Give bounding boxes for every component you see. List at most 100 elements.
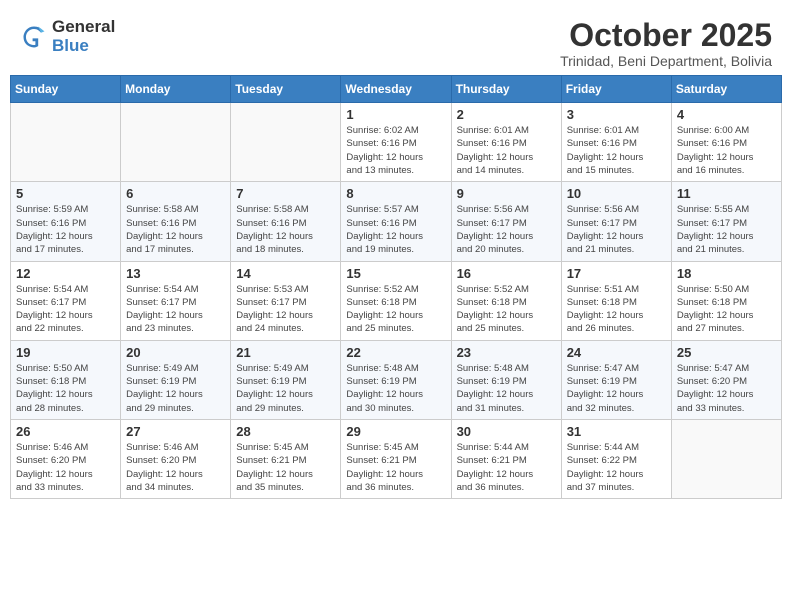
day-number: 1: [346, 107, 445, 122]
day-info: Sunrise: 5:47 AMSunset: 6:19 PMDaylight:…: [567, 362, 666, 415]
day-info: Sunrise: 5:49 AMSunset: 6:19 PMDaylight:…: [126, 362, 225, 415]
day-number: 18: [677, 266, 776, 281]
day-number: 27: [126, 424, 225, 439]
day-info: Sunrise: 6:02 AMSunset: 6:16 PMDaylight:…: [346, 124, 445, 177]
day-number: 12: [16, 266, 115, 281]
calendar-cell: 6 Sunrise: 5:58 AMSunset: 6:16 PMDaylight…: [121, 182, 231, 261]
header-monday: Monday: [121, 76, 231, 103]
day-number: 6: [126, 186, 225, 201]
day-number: 21: [236, 345, 335, 360]
calendar-cell: 28 Sunrise: 5:45 AMSunset: 6:21 PMDayligh…: [231, 419, 341, 498]
day-number: 19: [16, 345, 115, 360]
day-info: Sunrise: 5:57 AMSunset: 6:16 PMDaylight:…: [346, 203, 445, 256]
day-number: 15: [346, 266, 445, 281]
calendar-cell: 14 Sunrise: 5:53 AMSunset: 6:17 PMDayligh…: [231, 261, 341, 340]
calendar-cell: 15 Sunrise: 5:52 AMSunset: 6:18 PMDayligh…: [341, 261, 451, 340]
day-info: Sunrise: 5:58 AMSunset: 6:16 PMDaylight:…: [236, 203, 335, 256]
calendar-cell: 8 Sunrise: 5:57 AMSunset: 6:16 PMDaylight…: [341, 182, 451, 261]
day-number: 24: [567, 345, 666, 360]
day-number: 2: [457, 107, 556, 122]
calendar-cell: 9 Sunrise: 5:56 AMSunset: 6:17 PMDaylight…: [451, 182, 561, 261]
day-info: Sunrise: 5:52 AMSunset: 6:18 PMDaylight:…: [346, 283, 445, 336]
calendar-week-3: 19 Sunrise: 5:50 AMSunset: 6:18 PMDayligh…: [11, 340, 782, 419]
day-info: Sunrise: 5:56 AMSunset: 6:17 PMDaylight:…: [567, 203, 666, 256]
header-friday: Friday: [561, 76, 671, 103]
day-number: 3: [567, 107, 666, 122]
day-info: Sunrise: 5:59 AMSunset: 6:16 PMDaylight:…: [16, 203, 115, 256]
day-number: 22: [346, 345, 445, 360]
calendar-cell: 1 Sunrise: 6:02 AMSunset: 6:16 PMDaylight…: [341, 103, 451, 182]
day-info: Sunrise: 5:50 AMSunset: 6:18 PMDaylight:…: [677, 283, 776, 336]
calendar-cell: 22 Sunrise: 5:48 AMSunset: 6:19 PMDayligh…: [341, 340, 451, 419]
day-number: 10: [567, 186, 666, 201]
day-number: 17: [567, 266, 666, 281]
day-info: Sunrise: 5:44 AMSunset: 6:21 PMDaylight:…: [457, 441, 556, 494]
calendar-cell: 30 Sunrise: 5:44 AMSunset: 6:21 PMDayligh…: [451, 419, 561, 498]
day-number: 28: [236, 424, 335, 439]
calendar-table: SundayMondayTuesdayWednesdayThursdayFrid…: [10, 75, 782, 499]
logo: General Blue: [20, 18, 115, 55]
day-info: Sunrise: 5:50 AMSunset: 6:18 PMDaylight:…: [16, 362, 115, 415]
calendar-cell: 29 Sunrise: 5:45 AMSunset: 6:21 PMDayligh…: [341, 419, 451, 498]
page-header: General Blue October 2025 Trinidad, Beni…: [10, 10, 782, 75]
day-number: 30: [457, 424, 556, 439]
day-info: Sunrise: 5:45 AMSunset: 6:21 PMDaylight:…: [236, 441, 335, 494]
day-info: Sunrise: 6:00 AMSunset: 6:16 PMDaylight:…: [677, 124, 776, 177]
calendar-cell: 25Sunrise: 5:47 AMSunset: 6:20 PMDayligh…: [671, 340, 781, 419]
header-thursday: Thursday: [451, 76, 561, 103]
calendar-cell: 19 Sunrise: 5:50 AMSunset: 6:18 PMDayligh…: [11, 340, 121, 419]
day-number: 20: [126, 345, 225, 360]
header-sunday: Sunday: [11, 76, 121, 103]
logo-blue: Blue: [52, 37, 115, 56]
day-info: Sunrise: 5:58 AMSunset: 6:16 PMDaylight:…: [126, 203, 225, 256]
calendar-cell: 10 Sunrise: 5:56 AMSunset: 6:17 PMDayligh…: [561, 182, 671, 261]
calendar-header-row: SundayMondayTuesdayWednesdayThursdayFrid…: [11, 76, 782, 103]
day-number: 29: [346, 424, 445, 439]
day-number: 23: [457, 345, 556, 360]
calendar-cell: 2 Sunrise: 6:01 AMSunset: 6:16 PMDaylight…: [451, 103, 561, 182]
calendar-cell: 27 Sunrise: 5:46 AMSunset: 6:20 PMDayligh…: [121, 419, 231, 498]
calendar-cell: 17 Sunrise: 5:51 AMSunset: 6:18 PMDayligh…: [561, 261, 671, 340]
calendar-cell: 24 Sunrise: 5:47 AMSunset: 6:19 PMDayligh…: [561, 340, 671, 419]
calendar-cell: 20 Sunrise: 5:49 AMSunset: 6:19 PMDayligh…: [121, 340, 231, 419]
header-wednesday: Wednesday: [341, 76, 451, 103]
subtitle: Trinidad, Beni Department, Bolivia: [560, 53, 772, 69]
day-info: Sunrise: 5:46 AMSunset: 6:20 PMDaylight:…: [126, 441, 225, 494]
calendar-cell: 31Sunrise: 5:44 AMSunset: 6:22 PMDayligh…: [561, 419, 671, 498]
calendar-cell: [231, 103, 341, 182]
day-info: Sunrise: 5:47 AMSunset: 6:20 PMDaylight:…: [677, 362, 776, 415]
calendar-week-1: 5Sunrise: 5:59 AMSunset: 6:16 PMDaylight…: [11, 182, 782, 261]
day-number: 8: [346, 186, 445, 201]
calendar-week-2: 12 Sunrise: 5:54 AMSunset: 6:17 PMDayligh…: [11, 261, 782, 340]
day-info: Sunrise: 5:54 AMSunset: 6:17 PMDaylight:…: [16, 283, 115, 336]
calendar-cell: 21 Sunrise: 5:49 AMSunset: 6:19 PMDayligh…: [231, 340, 341, 419]
day-info: Sunrise: 6:01 AMSunset: 6:16 PMDaylight:…: [457, 124, 556, 177]
header-tuesday: Tuesday: [231, 76, 341, 103]
logo-general: General: [52, 18, 115, 37]
day-info: Sunrise: 5:48 AMSunset: 6:19 PMDaylight:…: [346, 362, 445, 415]
calendar-cell: 18 Sunrise: 5:50 AMSunset: 6:18 PMDayligh…: [671, 261, 781, 340]
logo-text: General Blue: [52, 18, 115, 55]
day-number: 26: [16, 424, 115, 439]
header-saturday: Saturday: [671, 76, 781, 103]
day-info: Sunrise: 5:46 AMSunset: 6:20 PMDaylight:…: [16, 441, 115, 494]
calendar-cell: [121, 103, 231, 182]
month-title: October 2025: [560, 18, 772, 53]
day-info: Sunrise: 5:45 AMSunset: 6:21 PMDaylight:…: [346, 441, 445, 494]
day-number: 11: [677, 186, 776, 201]
calendar-cell: 26 Sunrise: 5:46 AMSunset: 6:20 PMDayligh…: [11, 419, 121, 498]
day-info: Sunrise: 5:56 AMSunset: 6:17 PMDaylight:…: [457, 203, 556, 256]
calendar-cell: 16Sunrise: 5:52 AMSunset: 6:18 PMDayligh…: [451, 261, 561, 340]
calendar-week-0: 1 Sunrise: 6:02 AMSunset: 6:16 PMDaylight…: [11, 103, 782, 182]
calendar-cell: 3Sunrise: 6:01 AMSunset: 6:16 PMDaylight…: [561, 103, 671, 182]
day-number: 13: [126, 266, 225, 281]
day-number: 9: [457, 186, 556, 201]
calendar-cell: 12 Sunrise: 5:54 AMSunset: 6:17 PMDayligh…: [11, 261, 121, 340]
day-info: Sunrise: 5:49 AMSunset: 6:19 PMDaylight:…: [236, 362, 335, 415]
calendar-cell: 13Sunrise: 5:54 AMSunset: 6:17 PMDayligh…: [121, 261, 231, 340]
day-info: Sunrise: 5:53 AMSunset: 6:17 PMDaylight:…: [236, 283, 335, 336]
day-number: 7: [236, 186, 335, 201]
day-info: Sunrise: 5:51 AMSunset: 6:18 PMDaylight:…: [567, 283, 666, 336]
day-number: 14: [236, 266, 335, 281]
calendar-cell: 5Sunrise: 5:59 AMSunset: 6:16 PMDaylight…: [11, 182, 121, 261]
